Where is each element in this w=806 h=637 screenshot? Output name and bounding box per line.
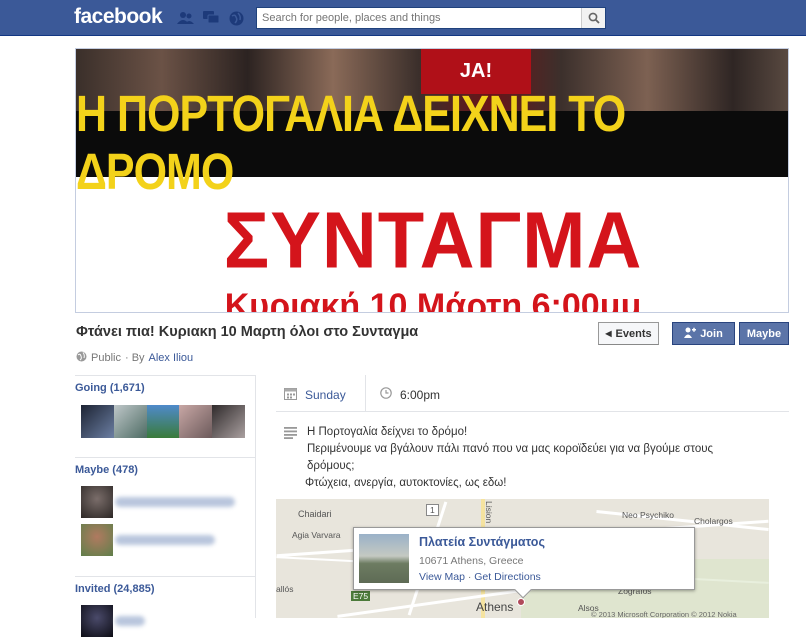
chevron-left-icon: ◀	[605, 329, 612, 338]
map-label: Lision	[484, 501, 494, 524]
description-text: Η Πορτογαλία δείχνει το δρόμο! Περιμένου…	[305, 424, 714, 492]
going-link[interactable]: Going (1,671)	[75, 382, 256, 394]
maybe-guest[interactable]	[81, 524, 241, 556]
date-cell: Sunday	[284, 387, 346, 403]
globe-icon	[76, 351, 87, 365]
link-separator: ·	[467, 571, 472, 583]
friend-requests-icon[interactable]	[177, 11, 194, 25]
cover-date-text: Κυριακή 10 Μάρτη 6:00μμ	[224, 287, 642, 313]
place-name[interactable]: Πλατεία Συντάγματος	[419, 535, 545, 549]
maybe-link[interactable]: Maybe (478)	[75, 464, 256, 476]
search-box	[256, 7, 606, 29]
invited-guest[interactable]	[81, 605, 241, 637]
search-input[interactable]	[257, 8, 579, 28]
events-button[interactable]: ◀ Events	[598, 322, 659, 345]
guest-name-blurred	[115, 535, 215, 545]
top-bar: facebook	[0, 0, 806, 36]
avatar	[81, 524, 113, 556]
calendar-icon	[284, 387, 297, 403]
place-photo[interactable]	[359, 534, 409, 583]
map-copyright: © 2013 Microsoft Corporation © 2012 Noki…	[591, 610, 737, 618]
maybe-button[interactable]: Maybe	[739, 322, 789, 345]
text-lines-icon	[284, 426, 297, 442]
map-pin-icon[interactable]	[517, 598, 525, 606]
cover-big-text: ΣΥΝΤΑΓΜΑ	[223, 195, 643, 286]
invited-section: Invited (24,885)	[75, 576, 256, 637]
date-divider	[365, 375, 366, 412]
date-time-row: Sunday 6:00pm	[276, 375, 789, 412]
by-label: · By	[124, 352, 145, 364]
map-label-athens: Athens	[476, 600, 514, 614]
map-road-shield: E75	[351, 591, 371, 601]
privacy-label: Public	[91, 352, 121, 364]
add-person-icon	[684, 327, 697, 341]
avatar	[81, 486, 113, 518]
map-label: Neo Psychiko	[622, 510, 674, 520]
map-label: Cholargos	[694, 516, 733, 526]
place-address: 10671 Athens, Greece	[419, 555, 524, 567]
description-line: Φτώχεια, ανεργία, αυτοκτονίες, ως εδω!	[305, 477, 507, 489]
description-line: Περιμένουμε να βγάλουν πάλι πανό που να …	[307, 443, 714, 455]
maybe-section: Maybe (478)	[75, 457, 256, 577]
map-label: Agia Varvara	[292, 530, 341, 540]
event-day[interactable]: Sunday	[305, 388, 346, 402]
avatar	[81, 605, 113, 637]
clock-icon	[380, 387, 392, 402]
guest-name-blurred	[115, 497, 235, 507]
get-directions-link[interactable]: Get Directions	[474, 571, 541, 583]
map-label: Chaidari	[298, 509, 332, 519]
cover-banner-text: Η ΠΟΡΤΟΓΑΛΙΑ ΔΕΙΧΝΕΙ ΤΟ ΔΡΟΜΟ	[76, 86, 626, 201]
place-popup: Πλατεία Συντάγματος 10671 Athens, Greece…	[353, 527, 695, 599]
messages-icon[interactable]	[203, 11, 220, 25]
description-line: δρόμους;	[307, 460, 355, 472]
event-cover-photo: JA! Η ΠΟΡΤΟΓΑΛΙΑ ΔΕΙΧΝΕΙ ΤΟ ΔΡΟΜΟ ΣΥΝΤΑΓ…	[75, 48, 789, 313]
view-map-link[interactable]: View Map	[419, 571, 465, 583]
notifications-globe-icon[interactable]	[229, 11, 245, 26]
event-time: 6:00pm	[400, 387, 441, 402]
going-section: Going (1,671)	[75, 375, 256, 457]
join-button[interactable]: Join	[672, 322, 735, 345]
search-icon[interactable]	[581, 8, 605, 28]
maybe-guest[interactable]	[81, 486, 241, 518]
invited-link[interactable]: Invited (24,885)	[75, 583, 256, 595]
time-cell: 6:00pm	[380, 387, 440, 402]
going-avatars[interactable]	[81, 405, 245, 438]
facebook-logo[interactable]: facebook	[74, 5, 163, 29]
cover-banner: Η ΠΟΡΤΟΓΑΛΙΑ ΔΕΙΧΝΕΙ ΤΟ ΔΡΟΜΟ	[76, 86, 788, 201]
author-link[interactable]: Alex Iliou	[149, 352, 194, 364]
map-label: allós	[276, 584, 294, 594]
description-line: Η Πορτογαλία δείχνει το δρόμο!	[307, 426, 468, 438]
event-title: Φτάνει πια! Κυριακη 10 Μαρτη όλοι στο Συ…	[76, 324, 419, 340]
event-meta: Public · By Alex Iliou	[76, 351, 193, 365]
column-divider	[255, 375, 256, 618]
map-road-shield: 1	[426, 504, 439, 516]
